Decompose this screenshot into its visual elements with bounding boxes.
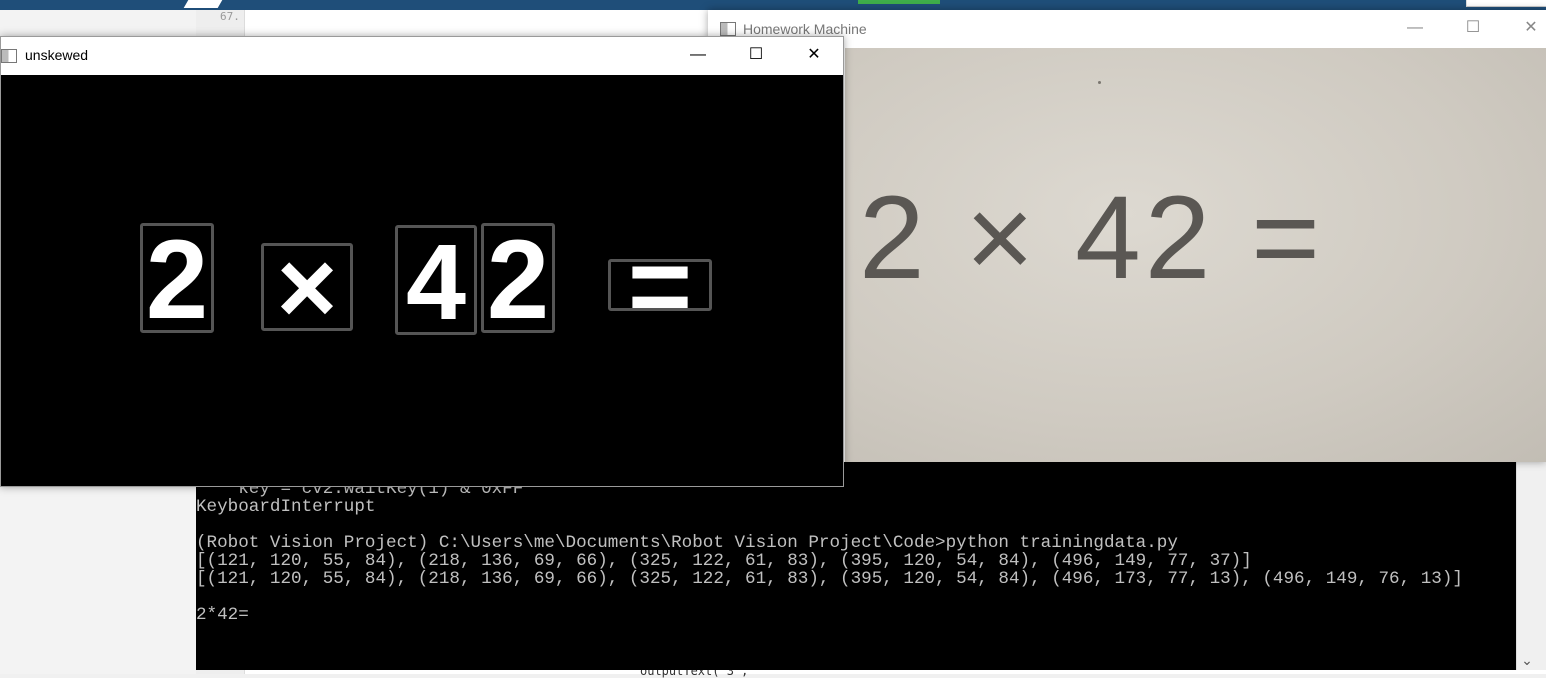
unskewed-window: unskewed — ☐ ✕ 2 × 4 2 = bbox=[0, 36, 844, 487]
window-titlebar[interactable]: unskewed — ☐ ✕ bbox=[1, 37, 843, 75]
taskbar-active-indicator bbox=[858, 0, 940, 4]
taskbar-tab[interactable] bbox=[1466, 0, 1546, 7]
window-app-icon bbox=[720, 22, 736, 36]
minimize-button[interactable]: — bbox=[675, 37, 721, 73]
close-button[interactable]: ✕ bbox=[791, 37, 837, 73]
glyph-box: 2 bbox=[140, 223, 214, 333]
maximize-button[interactable]: ☐ bbox=[733, 37, 779, 73]
minimize-button[interactable]: — bbox=[1392, 10, 1438, 46]
window-title: Homework Machine bbox=[743, 21, 867, 37]
paper-speck bbox=[1098, 81, 1101, 84]
glyph-box: × bbox=[261, 243, 353, 331]
scroll-down-icon[interactable]: ⌄ bbox=[1516, 650, 1538, 670]
terminal-console[interactable]: File "trainingdata.py", line 46, in <mod… bbox=[196, 462, 1516, 670]
unskewed-image: 2 × 4 2 = bbox=[1, 75, 843, 486]
taskbar-tab[interactable] bbox=[183, 0, 223, 8]
close-button[interactable]: ✕ bbox=[1508, 10, 1546, 46]
console-line: [(121, 120, 55, 84), (218, 136, 69, 66),… bbox=[196, 551, 1252, 571]
line-number: 67. bbox=[220, 10, 240, 23]
camera-image: 2 × 42 = bbox=[845, 48, 1546, 462]
console-line: KeyboardInterrupt bbox=[196, 497, 376, 517]
glyph-box: 4 bbox=[395, 225, 477, 335]
console-line: 2*42= bbox=[196, 605, 249, 625]
photo-expression: 2 × 42 = bbox=[859, 172, 1325, 304]
maximize-button[interactable]: ☐ bbox=[1450, 10, 1496, 46]
taskbar bbox=[0, 0, 1546, 10]
console-scrollbar[interactable] bbox=[1516, 462, 1546, 670]
console-line: (Robot Vision Project) C:\Users\me\Docum… bbox=[196, 533, 1178, 553]
glyph-box: 2 bbox=[481, 223, 555, 333]
window-title: unskewed bbox=[25, 47, 89, 63]
window-app-icon bbox=[1, 49, 17, 63]
glyph-box: = bbox=[608, 259, 712, 311]
console-line: [(121, 120, 55, 84), (218, 136, 69, 66),… bbox=[196, 569, 1463, 589]
